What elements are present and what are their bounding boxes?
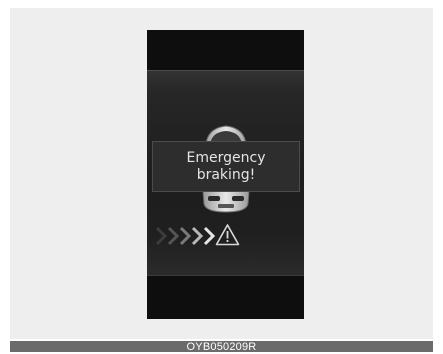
approach-chevrons-icon — [155, 226, 215, 246]
message-line-1: Emergency — [186, 150, 266, 166]
emergency-braking-message: Emergency braking! — [152, 141, 300, 192]
cluster-display: Emergency braking! — [147, 30, 304, 319]
panel-divider-bottom — [147, 275, 304, 276]
message-line-2: braking! — [196, 167, 256, 183]
figure-caption: OYB050209R — [10, 341, 433, 353]
warning-triangle-icon — [215, 224, 240, 246]
panel-divider-top — [147, 70, 304, 71]
